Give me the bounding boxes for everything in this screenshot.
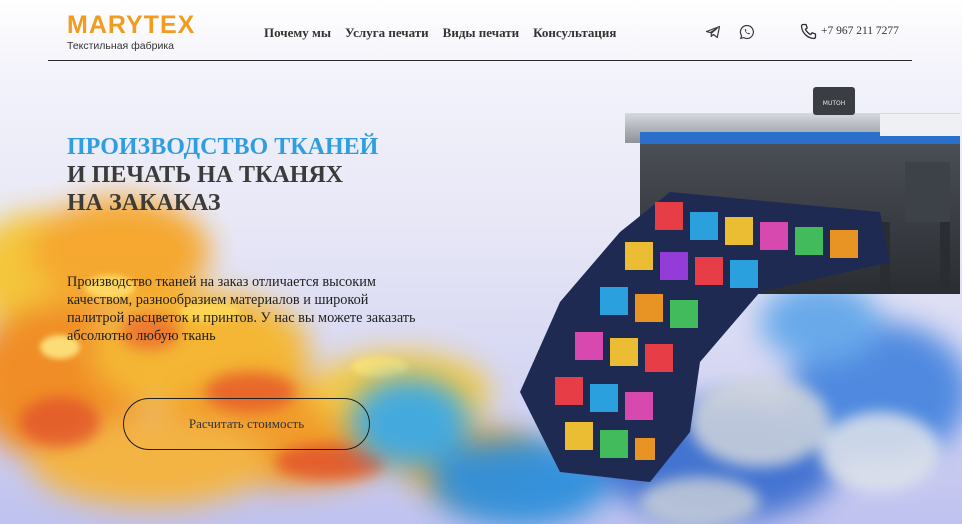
logo[interactable]: MARYTEX Текстильная фабрика (67, 12, 197, 56)
hero-title-line-2: И ПЕЧАТЬ НА ТКАНЯХ (67, 162, 344, 188)
site-header: MARYTEX Текстильная фабрика Почему мы Ус… (48, 0, 912, 61)
main-nav: Почему мы Услуга печати Виды печати Конс… (264, 25, 616, 41)
calculate-cost-button[interactable]: Расчитать стоимость (123, 398, 370, 450)
hero-description: Производство тканей на заказ отличается … (67, 274, 416, 344)
nav-item-consultation[interactable]: Консультация (533, 25, 616, 41)
phone-icon[interactable] (800, 23, 817, 40)
hero-title-accent: ПРОИЗВОДСТВО ТКАНЕЙ (67, 134, 379, 160)
whatsapp-icon[interactable] (739, 24, 755, 40)
logo-subtitle: Текстильная фабрика (67, 40, 174, 52)
logo-wordmark: MARYTEX (67, 11, 196, 39)
phone-number[interactable]: +7 967 211 7277 (821, 25, 899, 37)
printer-badge: MUTOH (823, 100, 845, 107)
nav-item-print-service[interactable]: Услуга печати (345, 25, 429, 41)
hero-title-line-3: НА ЗАКАКАЗ (67, 190, 221, 216)
nav-item-why-us[interactable]: Почему мы (264, 25, 331, 41)
hero-title: ПРОИЗВОДСТВО ТКАНЕЙ И ПЕЧАТЬ НА ТКАНЯХ Н… (67, 133, 427, 217)
nav-item-print-types[interactable]: Виды печати (443, 25, 519, 41)
telegram-icon[interactable] (705, 24, 721, 40)
